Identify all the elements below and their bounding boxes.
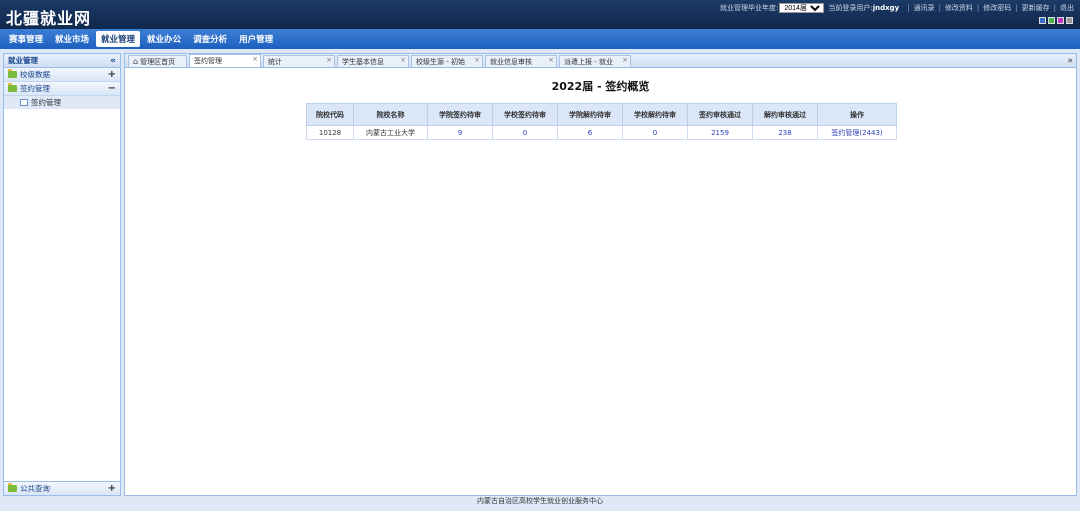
col-school-cancel-pending: 学校解约待审 — [622, 103, 688, 126]
sidebar-header: 就业管理 « — [4, 54, 120, 68]
tab-bar: ⌂ 管理区首页 签约管理 × 统计 × 学生基本信息 × 校级生源 - 初始 ×… — [125, 54, 1076, 68]
col-cancel-approved: 解约审核通过 — [752, 103, 818, 126]
close-icon[interactable]: × — [548, 56, 554, 64]
table-header-row: 院校代码 院校名称 学院签约待审 学校签约待审 学院解约待审 学校解约待审 签约… — [306, 103, 897, 126]
group-label: 公共查询 — [20, 484, 50, 493]
sidebar-title: 就业管理 — [8, 56, 38, 65]
header-toolbar: 就业管理毕业年度: 2014届 当前登录用户: jndxgy | 通讯录 | 修… — [720, 2, 1074, 14]
tab-student-info[interactable]: 学生基本信息 × — [337, 55, 409, 67]
col-college-sign-pending: 学院签约待审 — [427, 103, 493, 126]
close-icon[interactable]: × — [622, 56, 628, 64]
edit-profile-link[interactable]: 修改资料 — [945, 3, 973, 13]
cell-sign-approved[interactable]: 2159 — [687, 125, 753, 140]
change-password-link[interactable]: 修改密码 — [983, 3, 1011, 13]
logout-link[interactable]: 退出 — [1060, 3, 1074, 13]
nav-item-survey[interactable]: 调查分析 — [188, 31, 232, 47]
contacts-link[interactable]: 通讯录 — [914, 3, 935, 13]
cell-school-code: 10128 — [306, 125, 354, 140]
year-select[interactable]: 2014届 — [779, 3, 825, 13]
main-nav: 赛事管理 就业市场 就业管理 就业办公 调查分析 用户管理 — [0, 29, 1080, 49]
folder-icon — [8, 69, 17, 78]
collapse-icon[interactable]: « — [110, 56, 116, 66]
col-school-sign-pending: 学校签约待审 — [492, 103, 558, 126]
sidebar-item-signing-mgmt[interactable]: 签约管理 — [4, 96, 120, 109]
page-icon — [20, 99, 28, 106]
nav-item-events[interactable]: 赛事管理 — [4, 31, 48, 47]
tab-label: 管理区首页 — [140, 57, 176, 66]
signing-overview: 2022届 - 签约概览 院校代码 院校名称 学院签约待审 学校签约待审 学院解… — [125, 68, 1076, 140]
table-row: 10128 内蒙古工业大学 9 0 6 0 2159 238 签约管理(2443… — [306, 125, 897, 140]
col-sign-approved: 签约审核通过 — [687, 103, 753, 126]
tab-label: 就业信息审核 — [490, 57, 532, 66]
folder-icon — [8, 483, 17, 492]
tab-label: 学生基本信息 — [342, 57, 384, 66]
home-icon: ⌂ — [133, 57, 139, 66]
sidebar-group-school-data[interactable]: 校级数据 + — [4, 68, 120, 82]
site-logo[interactable]: 北疆就业网 — [6, 5, 91, 29]
cell-cancel-approved[interactable]: 238 — [752, 125, 818, 140]
expand-icon[interactable]: + — [108, 483, 116, 494]
cell-school-cancel-pending[interactable]: 0 — [622, 125, 688, 140]
sidebar-group-signing[interactable]: 签约管理 − — [4, 82, 120, 96]
tab-employment-review[interactable]: 就业信息审核 × — [485, 55, 557, 67]
close-icon[interactable]: × — [400, 56, 406, 64]
theme-blue-swatch[interactable] — [1039, 17, 1046, 24]
theme-gray-swatch[interactable] — [1066, 17, 1073, 24]
group-label: 校级数据 — [20, 70, 50, 79]
sidebar: 就业管理 « 校级数据 + 签约管理 − 签约管理 公共查询 + — [3, 53, 121, 496]
col-school-code: 院校代码 — [306, 103, 354, 126]
expand-icon[interactable]: + — [108, 69, 116, 80]
year-label: 就业管理毕业年度: — [720, 4, 779, 12]
tab-signing-mgmt[interactable]: 签约管理 × — [189, 54, 261, 67]
cell-college-sign-pending[interactable]: 9 — [427, 125, 493, 140]
divider: | — [976, 4, 980, 12]
divider: | — [1053, 4, 1056, 12]
divider: | — [1015, 4, 1018, 12]
user-name: jndxgy — [872, 4, 900, 12]
user-label: 当前登录用户: — [828, 4, 873, 12]
col-college-cancel-pending: 学院解约待审 — [557, 103, 623, 126]
tab-statistics[interactable]: 统计 × — [263, 55, 335, 67]
nav-item-employment-mgmt[interactable]: 就业管理 — [96, 31, 141, 47]
col-school-name: 院校名称 — [353, 103, 428, 126]
divider: | — [938, 4, 941, 12]
theme-purple-swatch[interactable] — [1057, 17, 1064, 24]
nav-item-market[interactable]: 就业市场 — [50, 31, 94, 47]
page-title: 2022届 - 签约概览 — [551, 80, 650, 93]
tab-label: 签约管理 — [194, 57, 222, 65]
divider: | — [907, 4, 910, 12]
tab-dispatch-report[interactable]: 派遣上报 - 就业 × — [559, 55, 631, 67]
tab-label: 派遣上报 - 就业 — [564, 57, 613, 66]
theme-switcher — [1039, 17, 1073, 24]
cell-school-name: 内蒙古工业大学 — [353, 125, 428, 140]
nav-item-office[interactable]: 就业办公 — [142, 31, 186, 47]
tab-school-source[interactable]: 校级生源 - 初始 × — [411, 55, 483, 67]
tab-label: 统计 — [268, 57, 282, 66]
close-icon[interactable]: × — [326, 56, 332, 64]
footer: 内蒙古自治区高校学生就业创业服务中心 — [477, 497, 603, 505]
folder-icon — [8, 83, 17, 92]
collapse-group-icon[interactable]: − — [108, 83, 116, 94]
col-actions: 操作 — [817, 103, 897, 126]
tab-scroll-icon[interactable]: » — [1067, 56, 1073, 66]
group-label: 签约管理 — [20, 84, 50, 93]
sidebar-group-public-query[interactable]: 公共查询 + — [4, 481, 120, 495]
close-icon[interactable]: × — [252, 55, 258, 63]
refresh-cache-link[interactable]: 更新缓存 — [1022, 3, 1050, 13]
tree-item-label: 签约管理 — [31, 98, 61, 107]
nav-item-users[interactable]: 用户管理 — [234, 31, 278, 47]
signing-mgmt-link[interactable]: 签约管理(2443) — [817, 125, 897, 140]
top-header: 北疆就业网 就业管理毕业年度: 2014届 当前登录用户: jndxgy | 通… — [0, 0, 1080, 29]
overview-table: 院校代码 院校名称 学院签约待审 学校签约待审 学院解约待审 学校解约待审 签约… — [306, 103, 897, 140]
main-panel: ⌂ 管理区首页 签约管理 × 统计 × 学生基本信息 × 校级生源 - 初始 ×… — [124, 53, 1077, 496]
cell-school-sign-pending[interactable]: 0 — [492, 125, 558, 140]
tab-label: 校级生源 - 初始 — [416, 57, 465, 66]
theme-green-swatch[interactable] — [1048, 17, 1055, 24]
close-icon[interactable]: × — [474, 56, 480, 64]
tab-home[interactable]: ⌂ 管理区首页 — [128, 55, 187, 67]
cell-college-cancel-pending[interactable]: 6 — [557, 125, 623, 140]
